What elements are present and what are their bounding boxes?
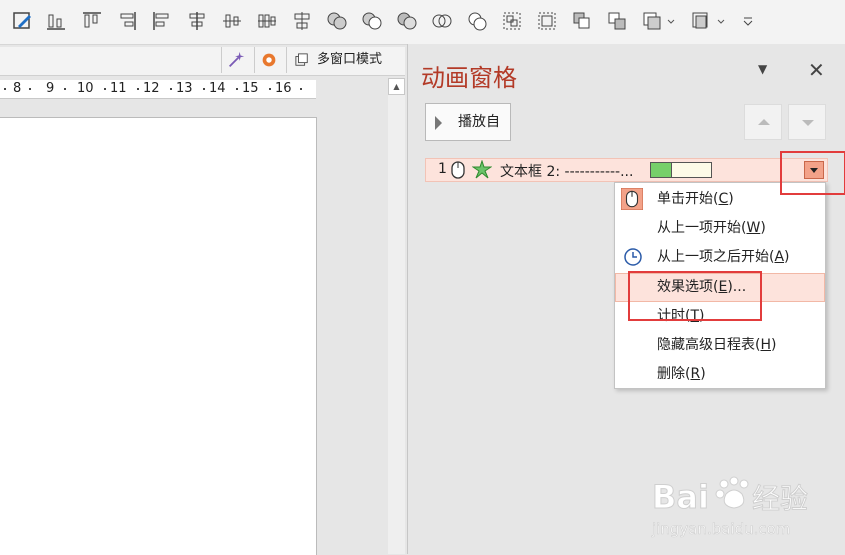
ungroup-icon[interactable] [536, 10, 558, 32]
play-from-label: 播放自 [458, 114, 500, 130]
align-right-icon[interactable] [116, 10, 138, 32]
timeline-bar [650, 162, 712, 178]
horizontal-ruler[interactable]: 8 9 10 11 12 13 14 15 16 [0, 80, 316, 99]
ruler-tick: 16 [275, 81, 292, 96]
distribute-vertical-icon[interactable] [256, 10, 278, 32]
ruler-tick: 13 [176, 81, 193, 96]
mouse-icon [621, 188, 643, 210]
menu-item-hide-advanced-timeline[interactable]: 隐藏高级日程表(H) [615, 331, 825, 360]
multi-window-icon [295, 53, 308, 66]
pane-title: 动画窗格 [421, 64, 517, 92]
watermark-url: jingyan.baidu.com [651, 520, 790, 538]
play-from-button[interactable]: 播放自 [425, 103, 511, 141]
align-center-icon[interactable] [186, 10, 208, 32]
ruler-tick: 8 [13, 81, 22, 96]
highlight-dropdown [780, 151, 845, 195]
more-icon[interactable] [738, 10, 760, 32]
toolbar [0, 0, 845, 45]
vertical-scrollbar[interactable] [388, 78, 405, 554]
distribute-horizontal-icon[interactable] [221, 10, 243, 32]
item-number: 1 [438, 161, 447, 177]
subtract-shape-icon[interactable] [466, 10, 488, 32]
watermark-brand2: 经验 [752, 482, 808, 515]
edit-shape-icon[interactable] [12, 10, 34, 32]
ruler-tick: 11 [110, 81, 127, 96]
ruler-tick: 12 [143, 81, 160, 96]
align-middle-icon[interactable] [291, 10, 313, 32]
ruler-tick: 14 [209, 81, 226, 96]
intersect-shape-icon[interactable] [431, 10, 453, 32]
item-label: 文本框 2: -----------... [500, 164, 634, 180]
ruler-tick: 9 [46, 81, 55, 96]
arrange-icon[interactable] [642, 10, 664, 32]
ruler-tick: 15 [242, 81, 259, 96]
combine-shape-icon[interactable] [361, 10, 383, 32]
slide-canvas[interactable] [0, 117, 317, 555]
multi-window-mode-button[interactable]: 多窗口模式 [286, 47, 405, 73]
up-arrow-icon [758, 119, 770, 125]
align-left-icon[interactable] [151, 10, 173, 32]
union-shape-icon[interactable] [326, 10, 348, 32]
fragment-shape-icon[interactable] [396, 10, 418, 32]
highlight-effect-options [628, 271, 762, 321]
group-icon[interactable] [501, 10, 523, 32]
chevron-down-icon[interactable] [715, 10, 727, 32]
entrance-effect-icon [472, 160, 492, 179]
close-icon[interactable]: ✕ [808, 58, 825, 82]
move-up-button[interactable] [744, 104, 782, 140]
align-bottom-icon[interactable] [45, 10, 67, 32]
menu-item-delete[interactable]: 删除(R) [615, 360, 825, 389]
down-arrow-icon [802, 120, 814, 126]
watermark-brand: Bai [652, 478, 709, 516]
menu-item-with-previous[interactable]: 从上一项开始(W) [615, 214, 825, 243]
baidu-watermark: Bai 经验 jingyan.baidu.com [650, 472, 840, 542]
bring-forward-icon[interactable] [571, 10, 593, 32]
align-top-icon[interactable] [81, 10, 103, 32]
multi-window-label: 多窗口模式 [317, 52, 383, 67]
play-icon [435, 116, 442, 130]
move-down-button[interactable] [788, 104, 826, 140]
timeline-fill [651, 163, 672, 177]
scroll-up-icon[interactable]: ▲ [388, 78, 405, 95]
send-backward-icon[interactable] [606, 10, 628, 32]
pane-options-icon[interactable]: ▼ [758, 62, 767, 76]
chevron-down-icon[interactable] [665, 10, 677, 32]
position-icon[interactable] [690, 10, 712, 32]
baidu-paw-logo: Bai 经验 jingyan.baidu.com [651, 476, 809, 538]
settings-icon[interactable] [254, 47, 283, 73]
menu-item-after-previous[interactable]: 从上一项之后开始(A) [615, 243, 825, 272]
ruler-tick: 10 [77, 81, 94, 96]
magic-wand-icon[interactable] [221, 47, 250, 73]
mouse-icon [451, 161, 465, 179]
animation-list-item[interactable]: 1 文本框 2: -----------... [425, 158, 828, 182]
clock-icon [624, 248, 642, 266]
